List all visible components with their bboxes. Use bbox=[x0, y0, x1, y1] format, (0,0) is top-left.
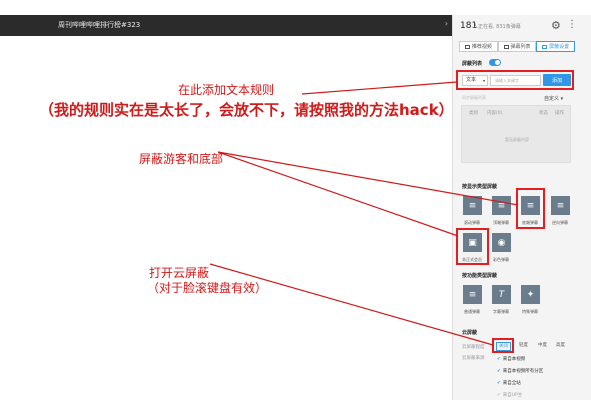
tab-label: 屏蔽设置 bbox=[549, 44, 570, 50]
source-label: 来自本视频所有分区 bbox=[502, 369, 544, 374]
annotation-big-note: （我的规则实在是太长了，会放不下，请按照我的方法hack） bbox=[39, 101, 454, 119]
video-title: 周刊哔哩哔哩排行榜#323 bbox=[58, 21, 141, 29]
panel-header: 181 人正在看, 831条弹幕 ⚙ ⋮ bbox=[453, 15, 591, 39]
table-header: 状态 bbox=[539, 111, 548, 116]
cloud-block-title: 云屏蔽 bbox=[462, 330, 478, 336]
check-icon: ✔ bbox=[497, 381, 501, 386]
source-label: 来自全站 bbox=[502, 381, 521, 386]
cloud-level-label: 云屏蔽程度 bbox=[462, 345, 485, 350]
shield-icon bbox=[542, 44, 548, 49]
more-icon[interactable]: ⋮ bbox=[567, 19, 577, 30]
tab-recommend[interactable]: 推荐视频 bbox=[459, 41, 498, 52]
sync-checkbox[interactable]: 同步屏蔽列表 bbox=[462, 95, 486, 101]
panel-tabs: 推荐视频 弹幕列表 屏蔽设置 bbox=[459, 41, 576, 52]
tile-label: 字幕弹幕 bbox=[493, 309, 509, 314]
subtitle-danmaku-icon[interactable]: T bbox=[492, 285, 511, 304]
chevron-right-icon[interactable]: › bbox=[445, 19, 448, 28]
level-medium-button[interactable]: 中度 bbox=[536, 342, 549, 351]
gear-icon[interactable]: ⚙ bbox=[551, 19, 561, 32]
table-header: 操作 bbox=[555, 111, 564, 116]
tile-label: 逆向弹幕 bbox=[552, 220, 568, 225]
tile-label: 顶端弹幕 bbox=[493, 220, 509, 225]
tile-label: 特殊弹幕 bbox=[522, 309, 538, 314]
check-icon: ✔ bbox=[497, 357, 501, 362]
source-checkbox[interactable]: ✔ 来自UP主 bbox=[497, 392, 522, 398]
empty-text: 暂无屏蔽内容 bbox=[505, 137, 529, 142]
video-icon bbox=[464, 44, 470, 49]
by-type-title: 按显示类型屏蔽 bbox=[462, 184, 498, 190]
source-checkbox[interactable]: ✔ 来自本视频 bbox=[497, 356, 525, 362]
source-checkbox[interactable]: ✔ 来自全站 bbox=[497, 380, 521, 386]
custom-dropdown[interactable]: 自定义 ▾ bbox=[544, 95, 563, 102]
block-list-title: 屏蔽列表 bbox=[462, 61, 483, 67]
annotation-block-guest: 屏蔽游客和底部 bbox=[139, 152, 224, 166]
source-checkbox[interactable]: ✔ 来自本视频所有分区 bbox=[497, 368, 543, 374]
special-danmaku-icon[interactable]: ✦ bbox=[521, 285, 540, 304]
annotation-add-rule: 在此添加文本规则 bbox=[178, 83, 275, 97]
table-header: 类别 bbox=[469, 111, 478, 116]
table-header: 内容(0) bbox=[487, 111, 503, 116]
reverse-danmaku-icon[interactable]: ≡ bbox=[551, 196, 570, 215]
check-icon: ✔ bbox=[497, 393, 501, 398]
tile-label: 滚动弹幕 bbox=[464, 220, 480, 225]
source-label: 来自UP主 bbox=[502, 393, 523, 398]
tab-label: 弹幕列表 bbox=[510, 44, 531, 50]
level-light-button[interactable]: 轻度 bbox=[517, 342, 530, 351]
source-label: 来自本视频 bbox=[502, 357, 526, 362]
block-toggle[interactable] bbox=[489, 59, 501, 66]
video-topbar: 周刊哔哩哔哩排行榜#323 › bbox=[0, 15, 452, 36]
list-icon bbox=[503, 44, 509, 49]
highlight-cloud-off bbox=[492, 338, 514, 353]
rule-table: 类别 内容(0) 状态 操作 暂无屏蔽内容 bbox=[461, 105, 571, 163]
annotation-cloud-line2: （对于脸滚键盘有效） bbox=[147, 281, 268, 295]
top-danmaku-icon[interactable]: ≡ bbox=[492, 196, 511, 215]
tab-block-settings[interactable]: 屏蔽设置 bbox=[536, 41, 576, 52]
toggle-knob bbox=[495, 60, 500, 65]
highlight-add-rule bbox=[456, 70, 574, 90]
tab-danmaku-list[interactable]: 弹幕列表 bbox=[497, 41, 537, 52]
tile-label: 普通弹幕 bbox=[464, 309, 480, 314]
check-icon: ✔ bbox=[497, 369, 501, 374]
scroll-danmaku-icon[interactable]: ≡ bbox=[463, 196, 482, 215]
online-text: 人正在看, 831条弹幕 bbox=[473, 24, 521, 30]
tab-label: 推荐视频 bbox=[471, 44, 492, 50]
color-danmaku-icon[interactable]: ◉ bbox=[492, 233, 511, 252]
cloud-source-label: 云屏蔽来源 bbox=[462, 356, 485, 361]
highlight-bottom-danmaku bbox=[516, 188, 545, 229]
highlight-guest bbox=[456, 228, 489, 265]
normal-danmaku-icon[interactable]: ≡ bbox=[463, 285, 482, 304]
tile-label: 彩色弹幕 bbox=[493, 257, 509, 262]
by-style-title: 按功能类型屏蔽 bbox=[462, 273, 498, 279]
level-high-button[interactable]: 高度 bbox=[554, 342, 567, 351]
